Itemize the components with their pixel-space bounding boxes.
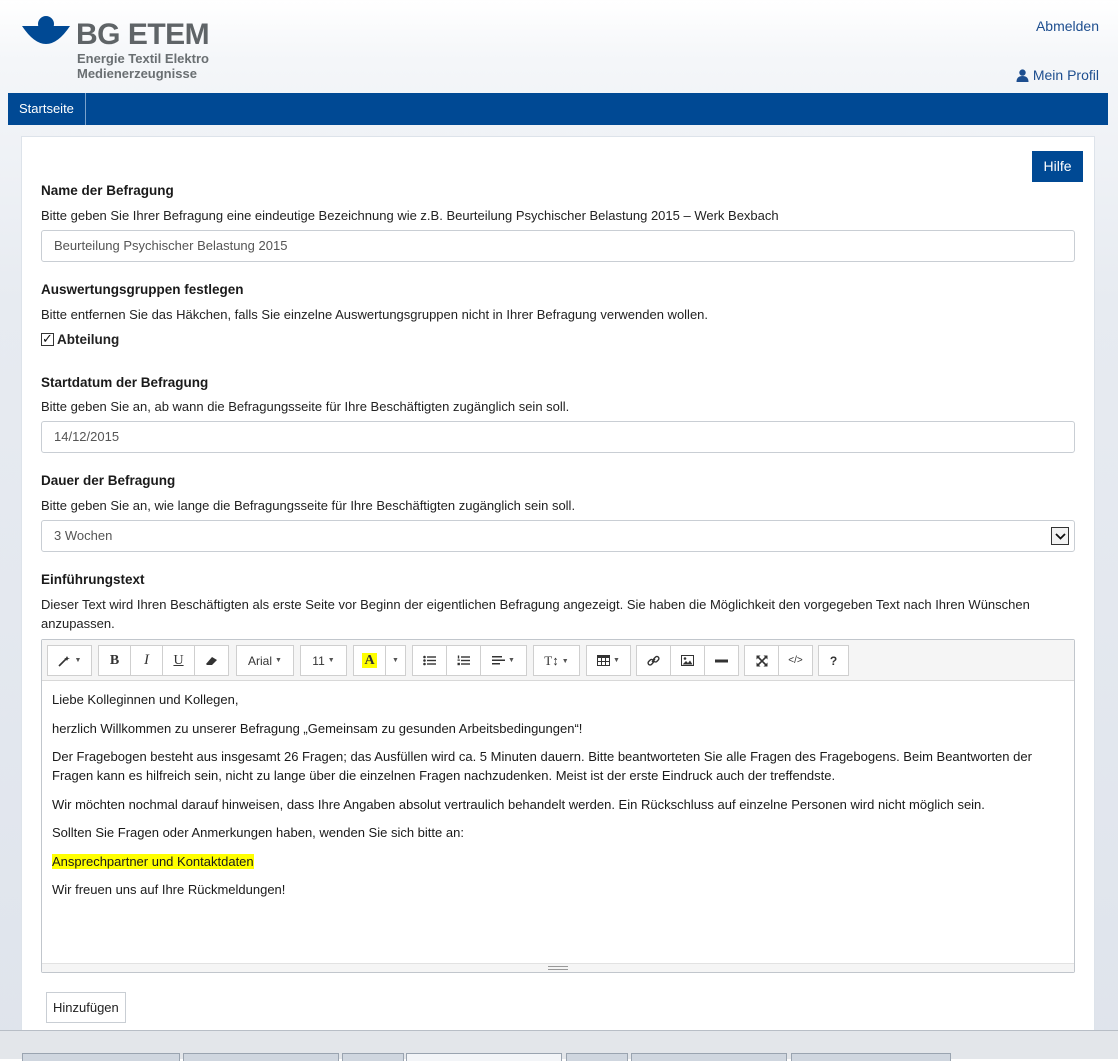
brand-tagline-line2: Medienerzeugnisse	[77, 66, 197, 81]
magic-style-icon	[57, 655, 70, 667]
editor-toolbar: ▼ B I U Arial ▼ 11 ▼ A ▼ ▼ T↕ ▼ ▼ </> ?	[42, 640, 1074, 681]
intro-text-label: Einführungstext	[41, 572, 145, 587]
logo-mark-icon	[22, 16, 70, 44]
chevron-down-icon: ▼	[392, 657, 399, 664]
bold-button[interactable]: B	[98, 645, 131, 676]
style-button[interactable]: ▼	[47, 645, 92, 676]
survey-name-input[interactable]: Beurteilung Psychischer Belastung 2015	[41, 230, 1075, 262]
resize-grip-icon	[548, 966, 568, 970]
editor-paragraph: Der Fragebogen besteht aus insgesamt 26 …	[52, 749, 1032, 783]
help-icon: ?	[829, 653, 838, 668]
font-size-dropdown[interactable]: 11 ▼	[300, 645, 347, 676]
bg-etem-logo[interactable]: BG ETEM Energie Textil Elektro Medienerz…	[20, 14, 220, 86]
code-view-button[interactable]: </>	[778, 645, 813, 676]
ordered-list-button[interactable]	[446, 645, 481, 676]
editor-help-button[interactable]: ?	[818, 645, 849, 676]
paragraph-align-icon	[492, 656, 506, 665]
taskbar-item[interactable]	[342, 1053, 404, 1061]
italic-button[interactable]: I	[130, 645, 163, 676]
unordered-list-icon	[423, 655, 436, 666]
font-size-value: 11	[312, 653, 325, 668]
clear-format-button[interactable]	[194, 645, 229, 676]
help-button[interactable]: Hilfe	[1032, 151, 1083, 182]
brand-tagline-line1: Energie Textil Elektro	[77, 51, 209, 66]
font-family-dropdown[interactable]: Arial ▼	[236, 645, 294, 676]
link-button[interactable]	[636, 645, 671, 676]
editor-paragraph: herzlich Willkommen zu unserer Befragung…	[52, 720, 583, 736]
taskbar-item[interactable]	[22, 1053, 180, 1061]
font-color-icon: A	[362, 653, 377, 668]
duration-select[interactable]: 3 Wochen	[41, 520, 1075, 552]
link-icon	[647, 655, 660, 666]
font-family-value: Arial	[248, 653, 273, 668]
table-dropdown[interactable]: ▼	[586, 645, 631, 676]
line-height-dropdown[interactable]: T↕ ▼	[533, 645, 580, 676]
duration-selected-value: 3 Wochen	[54, 528, 113, 543]
ordered-list-icon	[457, 655, 470, 666]
underline-icon: U	[173, 652, 184, 668]
editor-paragraph: Liebe Kolleginnen und Kollegen,	[52, 692, 239, 707]
highlighted-contact-text: Ansprechpartner und Kontaktdaten	[52, 853, 254, 869]
picture-button[interactable]	[670, 645, 705, 676]
picture-icon	[681, 655, 694, 666]
taskbar-item[interactable]	[183, 1053, 339, 1061]
main-navbar: Startseite	[8, 93, 1108, 125]
line-height-icon: T↕	[544, 652, 559, 668]
rich-text-editor[interactable]: ▼ B I U Arial ▼ 11 ▼ A ▼ ▼ T↕ ▼ ▼ </> ? …	[41, 639, 1075, 973]
groups-label: Auswertungsgruppen festlegen	[41, 282, 244, 297]
taskbar-item-active[interactable]	[406, 1053, 562, 1061]
brand-name: BG ETEM	[76, 18, 210, 51]
profile-link-label: Mein Profil	[1032, 67, 1099, 83]
abteilung-checkbox[interactable]	[41, 331, 54, 347]
user-icon	[1016, 68, 1029, 82]
editor-content[interactable]: Liebe Kolleginnen und Kollegen, herzlich…	[42, 681, 1074, 899]
font-color-dropdown[interactable]: ▼	[385, 645, 406, 676]
add-button[interactable]: Hinzufügen	[46, 992, 126, 1023]
font-color-button[interactable]: A	[353, 645, 386, 676]
survey-name-label: Name der Befragung	[41, 183, 174, 198]
os-taskbar	[0, 1030, 1118, 1061]
underline-button[interactable]: U	[162, 645, 195, 676]
taskbar-item[interactable]	[791, 1053, 951, 1061]
code-view-icon: </>	[788, 655, 803, 666]
logout-link[interactable]: Abmelden	[1036, 18, 1099, 34]
fullscreen-icon	[756, 655, 767, 666]
groups-hint: Bitte entfernen Sie das Häkchen, falls S…	[41, 307, 709, 322]
duration-hint: Bitte geben Sie an, wie lange die Befrag…	[41, 498, 576, 513]
horizontal-rule-button[interactable]	[704, 645, 739, 676]
abteilung-checkbox-row[interactable]: Abteilung	[41, 331, 120, 347]
table-icon	[597, 655, 611, 666]
editor-paragraph: Wir möchten nochmal darauf hinweisen, da…	[52, 796, 985, 812]
taskbar-item[interactable]	[631, 1053, 787, 1061]
bold-icon: B	[109, 652, 120, 668]
horizontal-rule-icon	[715, 659, 728, 662]
nav-item-startseite[interactable]: Startseite	[8, 93, 86, 125]
survey-form-panel: Hilfe Name der Befragung Bitte geben Sie…	[21, 136, 1095, 1036]
editor-paragraph-contact: Ansprechpartner und Kontaktdaten	[52, 852, 1064, 871]
unordered-list-button[interactable]	[412, 645, 447, 676]
editor-paragraph: Sollten Sie Fragen oder Anmerkungen habe…	[52, 825, 464, 840]
taskbar-item[interactable]	[566, 1053, 628, 1061]
start-date-label: Startdatum der Befragung	[41, 375, 209, 390]
profile-link[interactable]: Mein Profil	[1016, 67, 1099, 83]
start-date-input[interactable]: 14/12/2015	[41, 421, 1075, 453]
fullscreen-button[interactable]	[744, 645, 779, 676]
brand-tagline: Energie Textil Elektro Medienerzeugnisse	[77, 51, 209, 81]
editor-resize-handle[interactable]	[42, 963, 1074, 972]
paragraph-align-dropdown[interactable]: ▼	[480, 645, 527, 676]
italic-icon: I	[144, 652, 149, 668]
abteilung-checkbox-label: Abteilung	[57, 332, 120, 347]
editor-paragraph: Wir freuen uns auf Ihre Rückmeldungen!	[52, 882, 286, 897]
duration-label: Dauer der Befragung	[41, 473, 176, 488]
start-date-hint: Bitte geben Sie an, ab wann die Befragun…	[41, 399, 570, 414]
eraser-icon	[206, 656, 217, 665]
survey-name-hint: Bitte geben Sie Ihrer Befragung eine ein…	[41, 208, 779, 223]
chevron-down-icon[interactable]	[1051, 527, 1069, 545]
intro-text-hint: Dieser Text wird Ihren Beschäftigten als…	[41, 597, 1030, 631]
